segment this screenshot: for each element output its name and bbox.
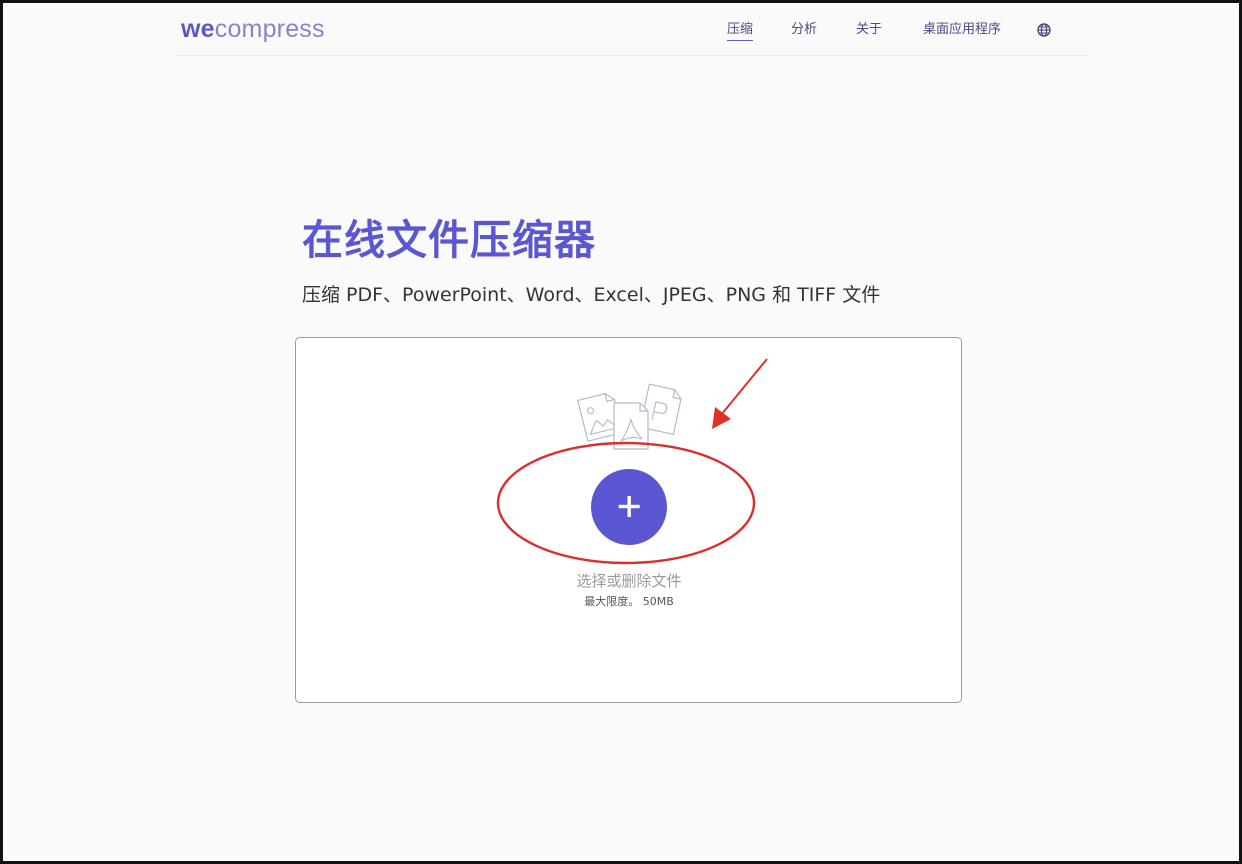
add-file-button[interactable] bbox=[591, 469, 667, 545]
nav-compress[interactable]: 压缩 bbox=[727, 21, 754, 41]
page-title: 在线文件压缩器 bbox=[302, 216, 596, 264]
select-or-drop-files-text: 选择或删除文件 bbox=[576, 572, 682, 590]
globe-icon[interactable] bbox=[1037, 23, 1051, 37]
top-navigation-bar: wecompress 压缩 分析 关于 桌面应用程序 bbox=[173, 3, 1091, 56]
browser-viewport: wecompress 压缩 分析 关于 桌面应用程序 在线文件压缩器 压缩 PD… bbox=[0, 0, 1242, 864]
annotation-arrow-icon bbox=[712, 358, 768, 429]
nav-analyze[interactable]: 分析 bbox=[791, 21, 817, 39]
logo-suffix: compress bbox=[214, 15, 325, 43]
page-subtitle: 压缩 PDF、PowerPoint、Word、Excel、JPEG、PNG 和 … bbox=[302, 284, 881, 306]
file-size-limit-text: 最大限度。 50MB bbox=[584, 595, 674, 608]
nav-about[interactable]: 关于 bbox=[856, 21, 882, 39]
plus-icon bbox=[618, 496, 640, 517]
nav-desktop-app[interactable]: 桌面应用程序 bbox=[923, 21, 1001, 39]
wecompress-logo[interactable]: wecompress bbox=[181, 13, 325, 45]
logo-prefix: we bbox=[181, 15, 215, 43]
